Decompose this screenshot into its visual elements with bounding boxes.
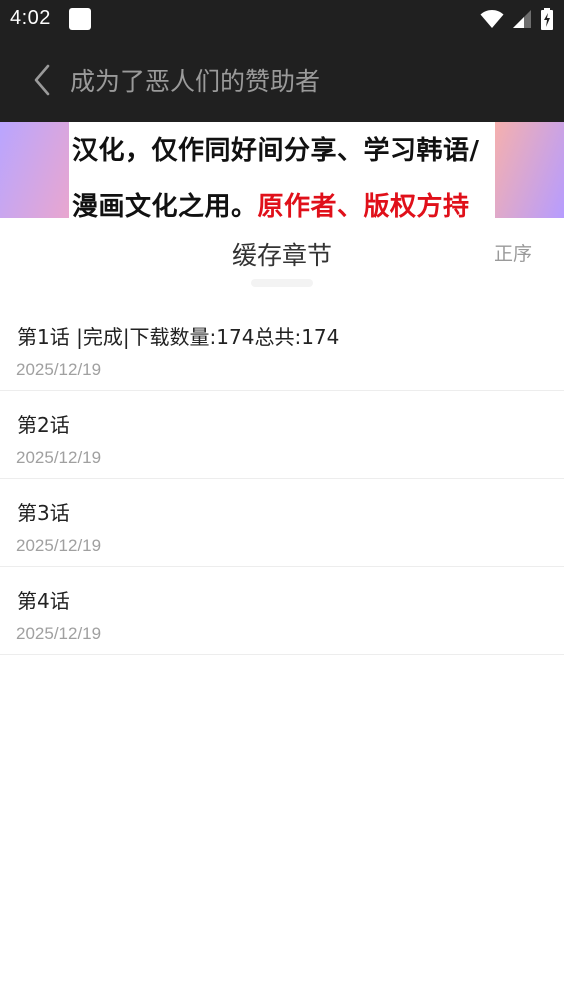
banner-line-2: 漫画文化之用。原作者、版权方持: [72, 186, 492, 218]
notification-square-icon: [69, 8, 91, 30]
page-title: 成为了恶人们的赞助者: [70, 67, 321, 96]
chapter-item[interactable]: 第3话 2025/12/19: [0, 479, 564, 567]
back-button[interactable]: [22, 60, 62, 100]
app-bar: 成为了恶人们的赞助者: [0, 38, 564, 122]
status-icons: [480, 8, 554, 30]
disclaimer-banner: 汉化，仅作同好间分享、学习韩语/ 漫画文化之用。原作者、版权方持: [0, 122, 564, 218]
chapter-item[interactable]: 第1话 |完成|下载数量:174总共:174 2025/12/19: [0, 303, 564, 391]
chevron-left-icon: [34, 64, 50, 96]
chapter-item[interactable]: 第4话 2025/12/19: [0, 567, 564, 655]
banner-text-panel: 汉化，仅作同好间分享、学习韩语/ 漫画文化之用。原作者、版权方持: [69, 122, 495, 218]
banner-line-1: 汉化，仅作同好间分享、学习韩语/: [72, 136, 480, 166]
chapter-date: 2025/12/19: [16, 448, 102, 467]
chapter-title: 第2话: [17, 413, 70, 437]
cellular-signal-icon: [513, 10, 531, 28]
chapter-list: 第1话 |完成|下载数量:174总共:174 2025/12/19 第2话 20…: [0, 303, 564, 655]
status-bar: 4:02: [0, 0, 564, 38]
chapter-date: 2025/12/19: [16, 624, 102, 643]
section-title: 缓存章节: [231, 241, 332, 270]
chapter-title: 第3话: [17, 501, 70, 525]
status-time: 4:02: [10, 7, 51, 29]
chapter-item[interactable]: 第2话 2025/12/19: [0, 391, 564, 479]
chapter-date: 2025/12/19: [16, 536, 102, 555]
drag-handle[interactable]: [251, 279, 313, 287]
banner-line-2-red: 原作者、版权方持: [257, 192, 470, 218]
banner-line-2-black: 漫画文化之用。: [72, 192, 258, 218]
battery-charging-icon: [541, 8, 553, 30]
wifi-icon: [480, 10, 504, 28]
chapter-title: 第4话: [17, 589, 70, 613]
sort-order-button[interactable]: 正序: [494, 239, 532, 266]
chapter-date: 2025/12/19: [16, 360, 102, 379]
section-header: 缓存章节 正序: [0, 218, 564, 298]
chapter-title: 第1话 |完成|下载数量:174总共:174: [17, 325, 340, 349]
